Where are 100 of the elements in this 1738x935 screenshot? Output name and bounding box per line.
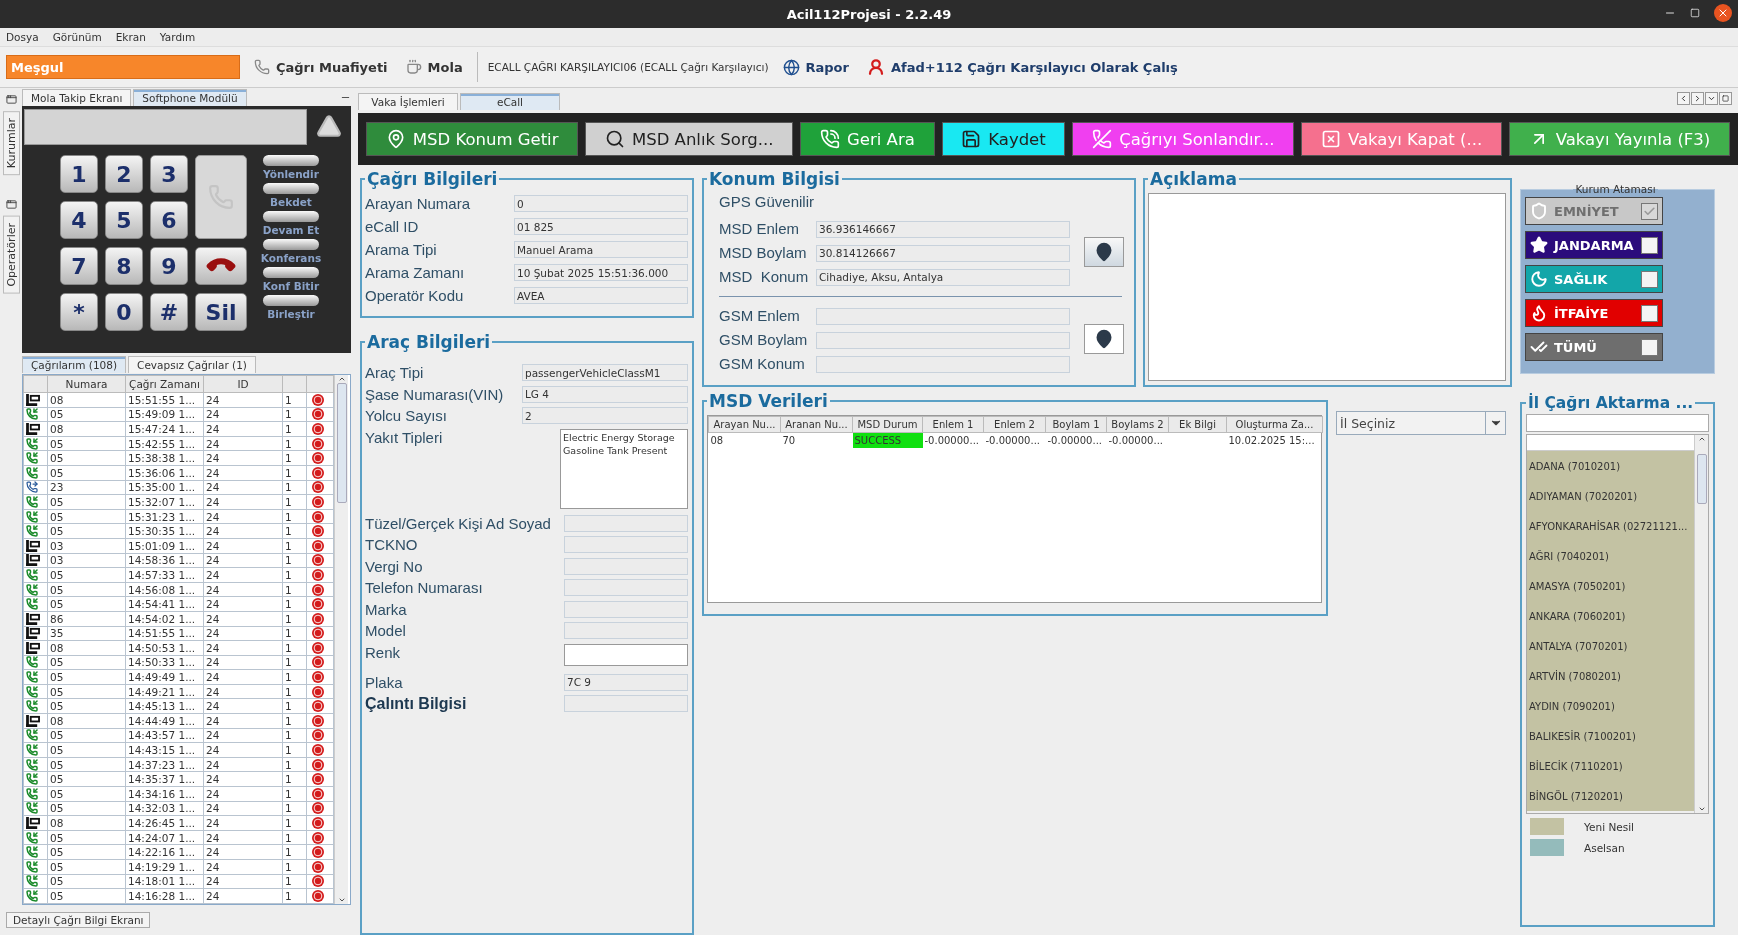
input-field[interactable] [564, 536, 688, 553]
tab[interactable]: Softphone Modülü [133, 89, 247, 106]
toolbar-button[interactable]: Çağrı Muafiyeti [250, 57, 392, 77]
keypad-key[interactable]: 0 [105, 293, 143, 331]
action-button[interactable]: MSD Konum Getir [366, 122, 579, 156]
restore-icon[interactable] [5, 199, 17, 211]
menu-item[interactable]: Dosya [6, 31, 39, 43]
province-item[interactable]: ADANA (7010201) [1527, 451, 1694, 481]
agency-button[interactable]: İTFAİYE [1525, 299, 1663, 327]
dropdown-button[interactable] [1705, 92, 1718, 105]
keypad-key[interactable]: 8 [105, 247, 143, 285]
province-dropdown[interactable]: İl Seçiniz [1336, 411, 1506, 435]
province-item[interactable]: BİNGÖL (7120201) [1527, 781, 1694, 811]
input-field[interactable]: 30.814126667 [816, 244, 1070, 262]
hang-up-button[interactable] [195, 247, 247, 285]
softphone-button[interactable]: Bekdet [263, 183, 319, 208]
maximize-icon[interactable] [1690, 8, 1700, 18]
detail-button[interactable]: Detaylı Çağrı Bilgi Ekranı [6, 912, 151, 928]
scroll-thumb[interactable] [1696, 454, 1707, 504]
menu-item[interactable]: Görünüm [52, 31, 102, 43]
input-field[interactable]: Cihadiye, Aksu, Antalya [816, 268, 1070, 286]
province-item[interactable]: ADIYAMAN (7020201) [1527, 481, 1694, 511]
toolbar-button[interactable]: Mola [401, 57, 467, 77]
agency-button[interactable]: JANDARMA [1525, 231, 1663, 259]
keypad-key[interactable]: 2 [105, 155, 143, 193]
checkbox[interactable] [1641, 270, 1658, 288]
keypad-key[interactable]: 7 [60, 247, 98, 285]
keypad-key[interactable]: 4 [60, 201, 98, 239]
triangle-icon[interactable] [316, 113, 342, 139]
input-field[interactable] [816, 355, 1070, 373]
input-field[interactable]: LG 4 [522, 385, 688, 403]
side-tab[interactable]: Kurumlar [2, 111, 20, 176]
keypad-key[interactable]: 9 [150, 247, 188, 285]
input-field[interactable] [564, 622, 688, 639]
map-pin-button[interactable] [1084, 237, 1124, 267]
toolbar-button[interactable]: Afad+112 Çağrı Karşılayıcı Olarak Çalış [862, 56, 1182, 78]
keypad-key[interactable]: # [150, 293, 188, 331]
input-field[interactable] [564, 557, 688, 575]
action-button[interactable]: MSD Anlık Sorg... [585, 122, 794, 156]
scrollbar[interactable] [1694, 435, 1708, 813]
tab[interactable]: eCall [460, 93, 560, 110]
input-field[interactable] [564, 514, 688, 532]
province-item[interactable]: BALIKESİR (7100201) [1527, 721, 1694, 751]
input-field[interactable] [564, 579, 688, 596]
checkbox[interactable] [1641, 304, 1658, 322]
softphone-button[interactable]: Konferans [260, 239, 322, 264]
input-field[interactable] [816, 307, 1070, 325]
province-item[interactable]: BİLECİK (7110201) [1527, 751, 1694, 781]
softphone-button[interactable]: Devam Et [262, 211, 320, 236]
scrollbar[interactable] [334, 375, 348, 904]
menu-item[interactable]: Yardım [159, 31, 196, 43]
softphone-button[interactable]: Yönlendir [263, 155, 319, 180]
softphone-button[interactable]: Konf Bitir [262, 267, 320, 292]
agency-button[interactable]: TÜMÜ [1525, 333, 1663, 361]
province-item[interactable]: ANTALYA (7070201) [1527, 631, 1694, 661]
input-field[interactable]: AVEA [514, 287, 688, 304]
input-field[interactable]: 01 825 [514, 218, 688, 235]
province-item[interactable]: AMASYA (7050201) [1527, 571, 1694, 601]
input-field[interactable]: 0 [514, 195, 688, 212]
side-tab[interactable]: Operatörler [2, 216, 20, 294]
province-item[interactable]: AYDIN (7090201) [1527, 691, 1694, 721]
scroll-thumb[interactable] [336, 383, 347, 503]
search-field[interactable] [1526, 414, 1709, 432]
keypad-key[interactable]: 3 [150, 155, 188, 193]
tab[interactable]: Vaka İşlemleri [358, 93, 458, 110]
keypad-key[interactable]: * [60, 293, 98, 331]
province-item[interactable]: AĞRI (7040201) [1527, 541, 1694, 571]
maximize-button[interactable] [1719, 92, 1732, 105]
province-item[interactable]: AFYONKARAHİSAR (02721121... [1527, 511, 1694, 541]
map-pin-button[interactable] [1084, 324, 1124, 354]
input-field[interactable] [816, 331, 1070, 349]
keypad-key[interactable]: 6 [150, 201, 188, 239]
tab[interactable]: Çağrılarım (108) [22, 356, 127, 373]
input-field[interactable]: Manuel Arama [514, 241, 688, 258]
description-field[interactable] [1148, 193, 1506, 381]
input-field[interactable]: passengerVehicleClassM1 [522, 364, 688, 381]
delete-key[interactable]: Sil [195, 293, 247, 331]
restore-icon[interactable] [5, 94, 17, 105]
province-item[interactable]: ARTVİN (7080201) [1527, 661, 1694, 691]
province-item[interactable]: ANKARA (7060201) [1527, 601, 1694, 631]
tab[interactable]: Mola Takip Ekranı [22, 89, 132, 106]
input-field[interactable]: 10 Şubat 2025 15:51:36.000 [514, 264, 688, 281]
input-field[interactable] [564, 600, 688, 618]
input-field[interactable]: 36.936146667 [816, 220, 1070, 238]
checkbox[interactable] [1641, 338, 1658, 356]
checkbox[interactable] [1641, 236, 1658, 254]
keypad-key[interactable]: 1 [60, 155, 98, 193]
input-field[interactable] [564, 643, 688, 666]
keypad-key[interactable]: 5 [105, 201, 143, 239]
list-box[interactable]: Electric Energy Storage Gasoline Tank Present [560, 428, 688, 509]
input-field[interactable]: 7C 9 [564, 673, 688, 691]
menu-item[interactable]: Ekran [115, 31, 146, 43]
input-field[interactable]: 2 [522, 407, 688, 424]
tab[interactable]: Cevapsız Çağrılar (1) [128, 356, 256, 373]
input-field[interactable] [564, 695, 688, 712]
scroll-left-button[interactable] [1677, 92, 1690, 105]
toolbar-button[interactable]: Rapor [778, 56, 853, 78]
close-button[interactable] [1714, 4, 1732, 22]
scroll-right-button[interactable] [1691, 92, 1704, 105]
softphone-button[interactable]: Birleştir [263, 295, 319, 320]
